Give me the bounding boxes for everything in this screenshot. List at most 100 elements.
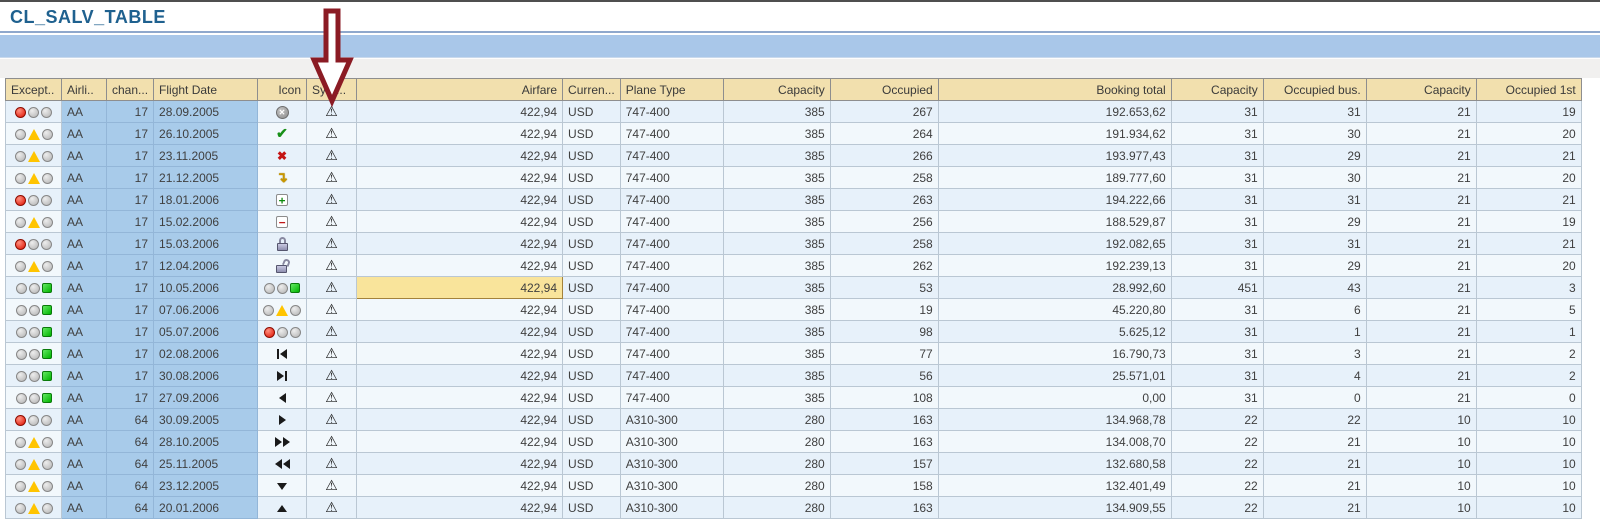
cell-flight_date[interactable]: 07.06.2006	[153, 298, 259, 321]
cell-capacity_eco[interactable]: 280	[722, 452, 831, 475]
cell-icon[interactable]: ↴	[257, 166, 308, 189]
cell-occupied_eco[interactable]: 19	[829, 298, 939, 321]
column-header-booking_total-11[interactable]: Booking total	[937, 78, 1172, 101]
cell-capacity_bus[interactable]: 31	[1170, 210, 1264, 233]
cell-airfare[interactable]: 422,94	[356, 166, 564, 189]
cell-occupied_eco[interactable]: 53	[829, 276, 939, 299]
cell-occupied_first[interactable]: 20	[1475, 254, 1582, 277]
cell-occupied_first[interactable]: 10	[1475, 408, 1582, 431]
cell-airfare[interactable]: 422,94	[356, 320, 564, 343]
cell-capacity_bus[interactable]: 31	[1170, 320, 1264, 343]
cell-airline[interactable]: AA	[61, 100, 107, 123]
cell-occupied_first[interactable]: 2	[1475, 342, 1582, 365]
cell-symbol[interactable]: ⚠	[306, 166, 358, 189]
cell-exception[interactable]	[5, 298, 62, 321]
cell-airline[interactable]: AA	[61, 496, 107, 519]
cell-occupied_eco[interactable]: 77	[829, 342, 939, 365]
cell-occupied_bus[interactable]: 43	[1262, 276, 1367, 299]
cell-flight_date[interactable]: 30.09.2005	[153, 408, 259, 431]
cell-airfare[interactable]: 422,94	[356, 232, 564, 255]
cell-occupied_first[interactable]: 21	[1475, 232, 1582, 255]
cell-airfare[interactable]: 422,94	[356, 386, 564, 409]
cell-exception[interactable]	[5, 474, 62, 497]
cell-symbol[interactable]: ⚠	[306, 364, 358, 387]
cell-occupied_eco[interactable]: 266	[829, 144, 939, 167]
cell-occupied_first[interactable]: 5	[1475, 298, 1582, 321]
cell-occupied_first[interactable]: 21	[1475, 188, 1582, 211]
cell-capacity_first[interactable]: 21	[1365, 254, 1477, 277]
cell-capacity_first[interactable]: 21	[1365, 122, 1477, 145]
cell-icon[interactable]: ✖	[257, 144, 308, 167]
cell-conn[interactable]: 64	[105, 452, 155, 475]
cell-flight_date[interactable]: 30.08.2006	[153, 364, 259, 387]
cell-icon[interactable]: +	[257, 188, 308, 211]
cell-booking_total[interactable]: 192.239,13	[937, 254, 1172, 277]
cell-airline[interactable]: AA	[61, 188, 107, 211]
cell-symbol[interactable]: ⚠	[306, 320, 358, 343]
cell-currency[interactable]: USD	[562, 122, 621, 145]
cell-booking_total[interactable]: 134.008,70	[937, 430, 1172, 453]
cell-exception[interactable]	[5, 408, 62, 431]
cell-capacity_eco[interactable]: 280	[722, 430, 831, 453]
cell-booking_total[interactable]: 132.401,49	[937, 474, 1172, 497]
cell-currency[interactable]: USD	[562, 408, 621, 431]
cell-airfare[interactable]: 422,94	[356, 100, 564, 123]
cell-airfare[interactable]: 422,94	[356, 342, 564, 365]
cell-airline[interactable]: AA	[61, 342, 107, 365]
cell-capacity_first[interactable]: 10	[1365, 496, 1477, 519]
cell-airline[interactable]: AA	[61, 298, 107, 321]
cell-capacity_eco[interactable]: 280	[722, 474, 831, 497]
cell-conn[interactable]: 17	[105, 166, 155, 189]
cell-exception[interactable]	[5, 452, 62, 475]
cell-booking_total[interactable]: 191.934,62	[937, 122, 1172, 145]
cell-flight_date[interactable]: 21.12.2005	[153, 166, 259, 189]
cell-exception[interactable]	[5, 386, 62, 409]
cell-airfare[interactable]: 422,94	[356, 188, 564, 211]
cell-occupied_first[interactable]: 10	[1475, 474, 1582, 497]
cell-occupied_eco[interactable]: 256	[829, 210, 939, 233]
cell-flight_date[interactable]: 28.09.2005	[153, 100, 259, 123]
cell-exception[interactable]	[5, 496, 62, 519]
cell-occupied_first[interactable]: 20	[1475, 122, 1582, 145]
cell-capacity_eco[interactable]: 385	[722, 100, 831, 123]
cell-capacity_eco[interactable]: 385	[722, 254, 831, 277]
cell-capacity_eco[interactable]: 385	[722, 232, 831, 255]
cell-airfare[interactable]: 422,94	[356, 408, 564, 431]
cell-occupied_bus[interactable]: 21	[1262, 496, 1367, 519]
cell-symbol[interactable]: ⚠	[306, 342, 358, 365]
cell-occupied_eco[interactable]: 163	[829, 408, 939, 431]
cell-airfare[interactable]: 422,94	[356, 452, 564, 475]
cell-symbol[interactable]: ⚠	[306, 386, 358, 409]
cell-booking_total[interactable]: 193.977,43	[937, 144, 1172, 167]
cell-occupied_bus[interactable]: 0	[1262, 386, 1367, 409]
cell-flight_date[interactable]: 28.10.2005	[153, 430, 259, 453]
cell-airline[interactable]: AA	[61, 320, 107, 343]
cell-capacity_bus[interactable]: 22	[1170, 430, 1264, 453]
cell-occupied_eco[interactable]: 264	[829, 122, 939, 145]
cell-flight_date[interactable]: 27.09.2006	[153, 386, 259, 409]
cell-conn[interactable]: 64	[105, 474, 155, 497]
cell-conn[interactable]: 17	[105, 298, 155, 321]
column-header-airfare-6[interactable]: Airfare	[356, 78, 564, 101]
cell-occupied_eco[interactable]: 56	[829, 364, 939, 387]
cell-capacity_bus[interactable]: 31	[1170, 122, 1264, 145]
cell-airline[interactable]: AA	[61, 166, 107, 189]
cell-plane_type[interactable]: A310-300	[619, 474, 724, 497]
cell-booking_total[interactable]: 132.680,58	[937, 452, 1172, 475]
cell-booking_total[interactable]: 25.571,01	[937, 364, 1172, 387]
cell-capacity_eco[interactable]: 280	[722, 496, 831, 519]
column-header-icon-4[interactable]: Icon	[257, 78, 308, 101]
cell-currency[interactable]: USD	[562, 210, 621, 233]
cell-capacity_first[interactable]: 21	[1365, 342, 1477, 365]
cell-airline[interactable]: AA	[61, 474, 107, 497]
cell-exception[interactable]	[5, 166, 62, 189]
cell-airline[interactable]: AA	[61, 254, 107, 277]
cell-plane_type[interactable]: 747-400	[619, 166, 724, 189]
cell-capacity_first[interactable]: 10	[1365, 408, 1477, 431]
cell-airline[interactable]: AA	[61, 210, 107, 233]
cell-conn[interactable]: 17	[105, 210, 155, 233]
cell-airline[interactable]: AA	[61, 276, 107, 299]
cell-conn[interactable]: 17	[105, 364, 155, 387]
cell-exception[interactable]	[5, 276, 62, 299]
cell-capacity_bus[interactable]: 31	[1170, 386, 1264, 409]
